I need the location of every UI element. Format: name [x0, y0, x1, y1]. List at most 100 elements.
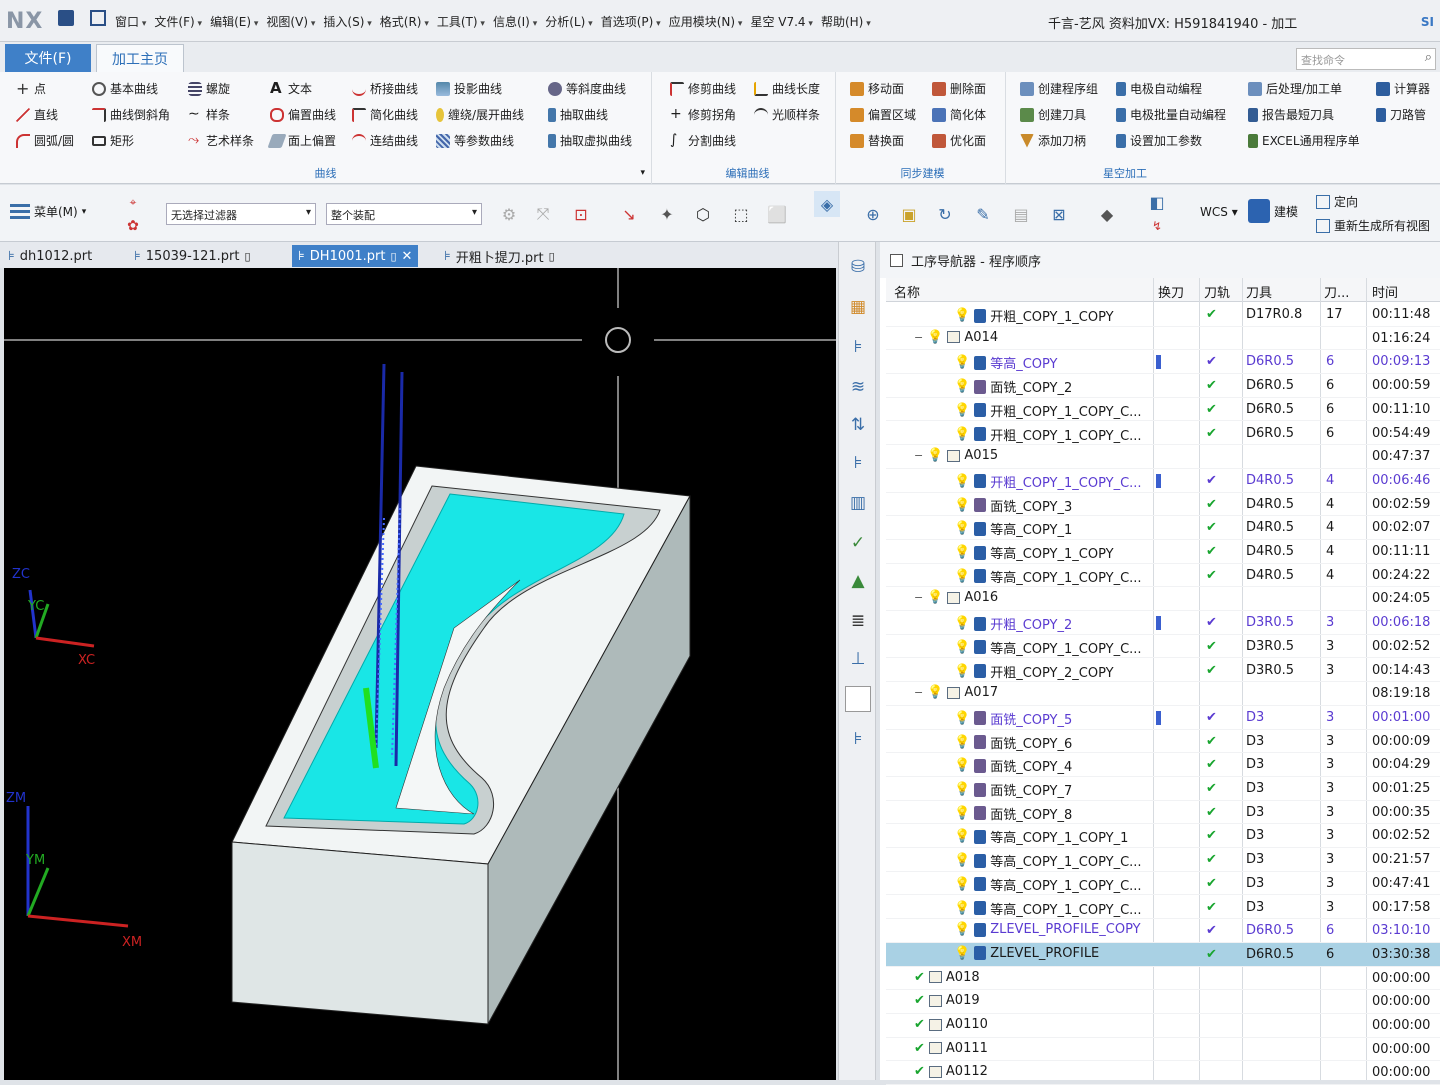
orient-button[interactable]: 定向: [1316, 193, 1358, 210]
selection-filter-icon[interactable]: ⌖: [120, 189, 146, 215]
trim-curve-button[interactable]: 修剪曲线: [670, 80, 736, 97]
doc-tab[interactable]: ⊧ dh1012.prt: [8, 245, 92, 267]
table-row[interactable]: 💡 开粗_COPY_1_COPY_C... ✔ D6R0.5 6 00:11:10: [886, 398, 1440, 422]
blank-panel-icon[interactable]: [845, 686, 871, 712]
doc-tab[interactable]: ⊧ 开粗卜提刀.prt ▯: [444, 245, 555, 267]
table-row[interactable]: 💡 面铣_COPY_8 ✔ D3 3 00:00:35: [886, 801, 1440, 825]
tool-navigator-icon[interactable]: ⇅: [845, 412, 871, 438]
table-row[interactable]: 💡 面铣_COPY_6 ✔ D3 3 00:00:09: [886, 730, 1440, 754]
offset-region-button[interactable]: 偏置区域: [850, 106, 916, 123]
table-row[interactable]: 💡 等高_COPY_1_COPY_C... ✔ D4R0.5 4 00:24:22: [886, 564, 1440, 588]
col-path[interactable]: 刀轨: [1204, 282, 1230, 301]
project-curve-button[interactable]: 投影曲线: [436, 80, 502, 97]
table-row[interactable]: − 💡 A015 00:47:37: [886, 445, 1440, 469]
history-icon[interactable]: ⊥: [845, 646, 871, 672]
electrode-batch-button[interactable]: 电极批量自动编程: [1116, 106, 1226, 123]
fit-all-icon[interactable]: ⊠: [1046, 201, 1072, 227]
menu-window[interactable]: 窗口: [112, 13, 149, 30]
table-row[interactable]: 💡 面铣_COPY_4 ✔ D3 3 00:04:29: [886, 753, 1440, 777]
menu-format[interactable]: 格式(R): [377, 13, 432, 30]
add-holder-button[interactable]: 添加刀柄: [1020, 132, 1086, 149]
table-row[interactable]: 💡 面铣_COPY_2 ✔ D6R0.5 6 00:00:59: [886, 374, 1440, 398]
table-row[interactable]: 💡 面铣_COPY_3 ✔ D4R0.5 4 00:02:59: [886, 493, 1440, 517]
table-row[interactable]: 💡 等高_COPY ✔ D6R0.5 6 00:09:13: [886, 350, 1440, 375]
snap-point-icon[interactable]: ⤧: [530, 201, 556, 227]
menu-tools[interactable]: 工具(T): [434, 13, 488, 30]
spline-button[interactable]: ∼ 样条: [188, 106, 230, 123]
expand-minus-icon[interactable]: −: [914, 331, 923, 344]
divide-curve-button[interactable]: ∫ 分割曲线: [670, 132, 736, 149]
navigator-pin-checkbox[interactable]: [890, 253, 903, 267]
table-row[interactable]: 💡 等高_COPY_1_COPY_C... ✔ D3 3 00:47:41: [886, 872, 1440, 896]
menu-analysis[interactable]: 分析(L): [542, 13, 595, 30]
toolpath-manager-button[interactable]: 刀路管: [1376, 106, 1426, 123]
table-row[interactable]: ✔ A0110 00:00:00: [886, 1014, 1440, 1038]
part-navigator-icon[interactable]: ▦: [845, 294, 871, 320]
move-face-button[interactable]: 移动面: [850, 80, 904, 97]
save-icon[interactable]: [58, 10, 74, 26]
table-row[interactable]: 💡 开粗_COPY_2_COPY ✔ D3R0.5 3 00:14:43: [886, 659, 1440, 683]
csys-icon[interactable]: ↯: [1144, 213, 1170, 239]
table-row[interactable]: 💡 等高_COPY_1_COPY_C... ✔ D3 3 00:17:58: [886, 896, 1440, 920]
studio-spline-button[interactable]: ⤳ 艺术样条: [188, 132, 254, 149]
menu-info[interactable]: 信息(I): [490, 13, 540, 30]
modeling-button[interactable]: 建模: [1248, 199, 1298, 223]
menu-button[interactable]: 菜单(M) ▾: [10, 203, 86, 220]
layer-icon[interactable]: ▤: [1008, 201, 1034, 227]
menu-application[interactable]: 应用模块(N): [666, 13, 746, 30]
extract-curve-button[interactable]: 抽取曲线: [548, 106, 608, 123]
assembly-scope-dropdown[interactable]: 整个装配: [326, 203, 482, 225]
table-row[interactable]: ✔ A018 00:00:00: [886, 967, 1440, 991]
cube-select-icon[interactable]: ⬚: [728, 201, 754, 227]
table-row[interactable]: − 💡 A016 00:24:05: [886, 587, 1440, 612]
doc-tab[interactable]: ⊧ 15039-121.prt ▯: [134, 245, 251, 267]
chamfer-button[interactable]: 曲线倒斜角: [92, 106, 170, 123]
close-tab-icon[interactable]: ✕: [402, 249, 413, 264]
table-row[interactable]: 💡 开粗_COPY_2 ✔ D3R0.5 3 00:06:18: [886, 611, 1440, 635]
create-tool-button[interactable]: 创建刀具: [1020, 106, 1086, 123]
col-tool-change[interactable]: 换刀: [1158, 282, 1184, 301]
trim-corner-button[interactable]: + 修剪拐角: [670, 106, 736, 123]
bridge-curve-button[interactable]: 桥接曲线: [352, 80, 418, 97]
curve-group-dropdown-icon[interactable]: ▾: [640, 168, 645, 178]
point-button[interactable]: + 点: [16, 80, 46, 97]
render-style-icon[interactable]: ◆: [1094, 201, 1120, 227]
table-row[interactable]: 💡 开粗_COPY_1_COPY ✔ D17R0.8 17 00:11:48: [886, 303, 1440, 327]
menu-file[interactable]: 文件(F): [151, 13, 205, 30]
fit-view-icon[interactable]: ⊕: [860, 201, 886, 227]
menu-xingkong[interactable]: 星空 V7.4: [747, 13, 816, 30]
table-row[interactable]: 💡 开粗_COPY_1_COPY_C... ✔ D6R0.5 6 00:54:49: [886, 422, 1440, 446]
hexagon-select-icon[interactable]: ⬡: [690, 201, 716, 227]
postprocess-button[interactable]: 后处理/加工单: [1248, 80, 1342, 97]
table-row[interactable]: 💡 开粗_COPY_1_COPY_C... ✔ D4R0.5 4 00:06:46: [886, 469, 1440, 493]
operation-navigator-icon[interactable]: ⊧: [845, 334, 871, 360]
simplify-body-button[interactable]: 简化体: [932, 106, 986, 123]
file-tab[interactable]: 文件(F): [5, 44, 91, 72]
calculator-button[interactable]: 计算器: [1376, 80, 1430, 97]
table-row[interactable]: 💡 等高_COPY_1_COPY_1 ✔ D3 3 00:02:52: [886, 824, 1440, 849]
rotate-icon[interactable]: ↻: [932, 201, 958, 227]
extract-virtual-curve-button[interactable]: 抽取虚拟曲线: [548, 132, 632, 149]
menu-preferences[interactable]: 首选项(P): [598, 13, 664, 30]
snap-icon[interactable]: ⚙: [496, 201, 522, 227]
feature-icon[interactable]: ✓: [845, 530, 871, 556]
view-orient-icon[interactable]: ◧: [1144, 189, 1170, 215]
table-row[interactable]: 💡 等高_COPY_1_COPY ✔ D4R0.5 4 00:11:11: [886, 540, 1440, 564]
menu-insert[interactable]: 插入(S): [320, 13, 374, 30]
wrap-curve-button[interactable]: 缠绕/展开曲线: [436, 106, 524, 123]
window-icon[interactable]: [90, 10, 106, 26]
gear-filter-icon[interactable]: ✿: [120, 213, 146, 239]
optimize-face-button[interactable]: 优化面: [932, 132, 986, 149]
analysis-icon[interactable]: ▲: [845, 568, 871, 594]
selection-filter-dropdown[interactable]: 无选择过滤器: [166, 203, 316, 225]
col-time[interactable]: 时间: [1372, 282, 1398, 301]
table-row[interactable]: 💡 ZLEVEL_PROFILE ✔ D6R0.5 6 03:30:38: [886, 942, 1440, 967]
simplify-curve-button[interactable]: 简化曲线: [352, 106, 418, 123]
basic-curve-button[interactable]: 基本曲线: [92, 80, 158, 97]
menu-view[interactable]: 视图(V): [263, 13, 318, 30]
table-row[interactable]: 💡 面铣_COPY_5 ✔ D3 3 00:01:00: [886, 706, 1440, 730]
reuse-library-icon[interactable]: ≣: [845, 608, 871, 634]
roles-icon[interactable]: ⊧: [845, 726, 871, 752]
table-row[interactable]: 💡 等高_COPY_1_COPY_C... ✔ D3R0.5 3 00:02:52: [886, 635, 1440, 659]
doc-tab-active[interactable]: ⊧ DH1001.prt ▯ ✕: [292, 245, 419, 267]
